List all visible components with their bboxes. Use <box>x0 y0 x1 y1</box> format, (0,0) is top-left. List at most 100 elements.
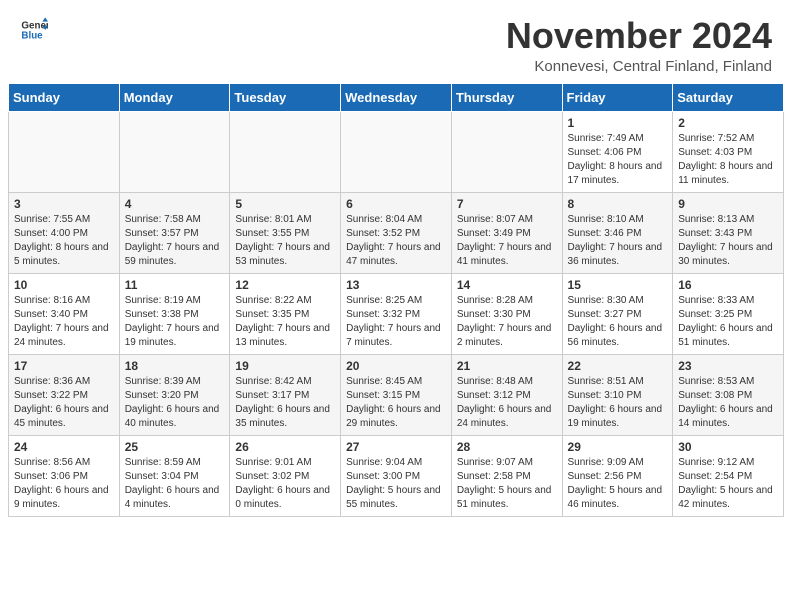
day-info: Sunrise: 8:39 AM Sunset: 3:20 PM Dayligh… <box>125 375 225 431</box>
calendar-cell: 22 Sunrise: 8:51 AM Sunset: 3:10 PM Dayli… <box>562 354 673 435</box>
calendar-cell: 10Sunrise: 8:16 AM Sunset: 3:40 PM Dayli… <box>9 273 120 354</box>
day-info: Sunrise: 8:45 AM Sunset: 3:15 PM Dayligh… <box>346 375 446 431</box>
calendar-cell: 19 Sunrise: 8:42 AM Sunset: 3:17 PM Dayli… <box>230 354 341 435</box>
location: Konnevesi, Central Finland, Finland <box>506 58 772 75</box>
calendar-cell: 8 Sunrise: 8:10 AM Sunset: 3:46 PM Daylig… <box>562 192 673 273</box>
day-info: Sunrise: 8:16 AM Sunset: 3:40 PM Dayligh… <box>14 294 114 350</box>
day-of-week-header: Thursday <box>451 83 562 111</box>
day-number: 6 <box>346 197 446 211</box>
day-info: Sunrise: 8:19 AM Sunset: 3:38 PM Dayligh… <box>125 294 225 350</box>
day-number: 4 <box>125 197 225 211</box>
month-title: November 2024 <box>506 16 772 56</box>
day-number: 13 <box>346 278 446 292</box>
calendar-wrapper: SundayMondayTuesdayWednesdayThursdayFrid… <box>0 83 792 525</box>
calendar-cell <box>230 111 341 192</box>
day-number: 24 <box>14 440 114 454</box>
day-info: Sunrise: 8:53 AM Sunset: 3:08 PM Dayligh… <box>678 375 778 431</box>
calendar-cell: 12Sunrise: 8:22 AM Sunset: 3:35 PM Dayli… <box>230 273 341 354</box>
day-info: Sunrise: 8:51 AM Sunset: 3:10 PM Dayligh… <box>568 375 668 431</box>
day-number: 21 <box>457 359 557 373</box>
calendar-table: SundayMondayTuesdayWednesdayThursdayFrid… <box>8 83 784 517</box>
day-number: 23 <box>678 359 778 373</box>
day-number: 8 <box>568 197 668 211</box>
calendar-cell: 17Sunrise: 8:36 AM Sunset: 3:22 PM Dayli… <box>9 354 120 435</box>
day-number: 7 <box>457 197 557 211</box>
calendar-cell: 6 Sunrise: 8:04 AM Sunset: 3:52 PM Daylig… <box>341 192 452 273</box>
calendar-cell: 21Sunrise: 8:48 AM Sunset: 3:12 PM Dayli… <box>451 354 562 435</box>
calendar-cell: 7 Sunrise: 8:07 AM Sunset: 3:49 PM Daylig… <box>451 192 562 273</box>
calendar-cell: 4 Sunrise: 7:58 AM Sunset: 3:57 PM Daylig… <box>119 192 230 273</box>
day-info: Sunrise: 8:30 AM Sunset: 3:27 PM Dayligh… <box>568 294 668 350</box>
day-of-week-header: Wednesday <box>341 83 452 111</box>
calendar-body: 1Sunrise: 7:49 AM Sunset: 4:06 PM Daylig… <box>9 111 784 516</box>
day-number: 19 <box>235 359 335 373</box>
calendar-cell: 27Sunrise: 9:04 AM Sunset: 3:00 PM Dayli… <box>341 435 452 516</box>
calendar-cell: 15 Sunrise: 8:30 AM Sunset: 3:27 PM Dayli… <box>562 273 673 354</box>
calendar-cell <box>119 111 230 192</box>
page-header: General Blue November 2024 Konnevesi, Ce… <box>0 0 792 83</box>
day-of-week-header: Friday <box>562 83 673 111</box>
day-number: 30 <box>678 440 778 454</box>
day-of-week-header: Monday <box>119 83 230 111</box>
day-number: 16 <box>678 278 778 292</box>
calendar-cell: 5 Sunrise: 8:01 AM Sunset: 3:55 PM Daylig… <box>230 192 341 273</box>
day-number: 3 <box>14 197 114 211</box>
calendar-cell <box>9 111 120 192</box>
day-of-week-header: Saturday <box>673 83 784 111</box>
day-info: Sunrise: 7:52 AM Sunset: 4:03 PM Dayligh… <box>678 132 778 188</box>
day-number: 22 <box>568 359 668 373</box>
day-info: Sunrise: 7:49 AM Sunset: 4:06 PM Dayligh… <box>568 132 668 188</box>
calendar-cell <box>451 111 562 192</box>
day-number: 15 <box>568 278 668 292</box>
day-info: Sunrise: 7:58 AM Sunset: 3:57 PM Dayligh… <box>125 213 225 269</box>
calendar-cell: 14Sunrise: 8:28 AM Sunset: 3:30 PM Dayli… <box>451 273 562 354</box>
day-number: 2 <box>678 116 778 130</box>
day-info: Sunrise: 9:01 AM Sunset: 3:02 PM Dayligh… <box>235 456 335 512</box>
day-info: Sunrise: 8:01 AM Sunset: 3:55 PM Dayligh… <box>235 213 335 269</box>
day-number: 29 <box>568 440 668 454</box>
calendar-cell: 9 Sunrise: 8:13 AM Sunset: 3:43 PM Daylig… <box>673 192 784 273</box>
logo-icon: General Blue <box>20 16 48 44</box>
day-info: Sunrise: 8:13 AM Sunset: 3:43 PM Dayligh… <box>678 213 778 269</box>
day-info: Sunrise: 8:28 AM Sunset: 3:30 PM Dayligh… <box>457 294 557 350</box>
day-info: Sunrise: 8:36 AM Sunset: 3:22 PM Dayligh… <box>14 375 114 431</box>
calendar-cell: 13Sunrise: 8:25 AM Sunset: 3:32 PM Dayli… <box>341 273 452 354</box>
day-number: 11 <box>125 278 225 292</box>
calendar-cell: 1Sunrise: 7:49 AM Sunset: 4:06 PM Daylig… <box>562 111 673 192</box>
calendar-cell: 2 Sunrise: 7:52 AM Sunset: 4:03 PM Daylig… <box>673 111 784 192</box>
calendar-cell: 20Sunrise: 8:45 AM Sunset: 3:15 PM Dayli… <box>341 354 452 435</box>
calendar-cell <box>341 111 452 192</box>
day-of-week-header: Tuesday <box>230 83 341 111</box>
calendar-header: SundayMondayTuesdayWednesdayThursdayFrid… <box>9 83 784 111</box>
day-info: Sunrise: 9:04 AM Sunset: 3:00 PM Dayligh… <box>346 456 446 512</box>
day-info: Sunrise: 8:42 AM Sunset: 3:17 PM Dayligh… <box>235 375 335 431</box>
day-info: Sunrise: 7:55 AM Sunset: 4:00 PM Dayligh… <box>14 213 114 269</box>
logo: General Blue <box>20 16 48 44</box>
calendar-cell: 29Sunrise: 9:09 AM Sunset: 2:56 PM Dayli… <box>562 435 673 516</box>
calendar-cell: 26Sunrise: 9:01 AM Sunset: 3:02 PM Dayli… <box>230 435 341 516</box>
day-info: Sunrise: 8:10 AM Sunset: 3:46 PM Dayligh… <box>568 213 668 269</box>
calendar-cell: 3 Sunrise: 7:55 AM Sunset: 4:00 PM Daylig… <box>9 192 120 273</box>
title-section: November 2024 Konnevesi, Central Finland… <box>506 16 772 75</box>
svg-text:Blue: Blue <box>21 30 43 41</box>
day-info: Sunrise: 8:59 AM Sunset: 3:04 PM Dayligh… <box>125 456 225 512</box>
calendar-cell: 25Sunrise: 8:59 AM Sunset: 3:04 PM Dayli… <box>119 435 230 516</box>
day-info: Sunrise: 8:04 AM Sunset: 3:52 PM Dayligh… <box>346 213 446 269</box>
day-info: Sunrise: 9:07 AM Sunset: 2:58 PM Dayligh… <box>457 456 557 512</box>
day-info: Sunrise: 8:33 AM Sunset: 3:25 PM Dayligh… <box>678 294 778 350</box>
calendar-week-row: 24 Sunrise: 8:56 AM Sunset: 3:06 PM Dayli… <box>9 435 784 516</box>
day-number: 9 <box>678 197 778 211</box>
day-info: Sunrise: 8:56 AM Sunset: 3:06 PM Dayligh… <box>14 456 114 512</box>
calendar-week-row: 17Sunrise: 8:36 AM Sunset: 3:22 PM Dayli… <box>9 354 784 435</box>
day-number: 18 <box>125 359 225 373</box>
day-of-week-header: Sunday <box>9 83 120 111</box>
calendar-cell: 23 Sunrise: 8:53 AM Sunset: 3:08 PM Dayli… <box>673 354 784 435</box>
calendar-week-row: 1Sunrise: 7:49 AM Sunset: 4:06 PM Daylig… <box>9 111 784 192</box>
day-info: Sunrise: 8:07 AM Sunset: 3:49 PM Dayligh… <box>457 213 557 269</box>
calendar-week-row: 3 Sunrise: 7:55 AM Sunset: 4:00 PM Daylig… <box>9 192 784 273</box>
calendar-cell: 28Sunrise: 9:07 AM Sunset: 2:58 PM Dayli… <box>451 435 562 516</box>
day-info: Sunrise: 9:12 AM Sunset: 2:54 PM Dayligh… <box>678 456 778 512</box>
calendar-cell: 11 Sunrise: 8:19 AM Sunset: 3:38 PM Dayli… <box>119 273 230 354</box>
calendar-cell: 24 Sunrise: 8:56 AM Sunset: 3:06 PM Dayli… <box>9 435 120 516</box>
day-number: 5 <box>235 197 335 211</box>
